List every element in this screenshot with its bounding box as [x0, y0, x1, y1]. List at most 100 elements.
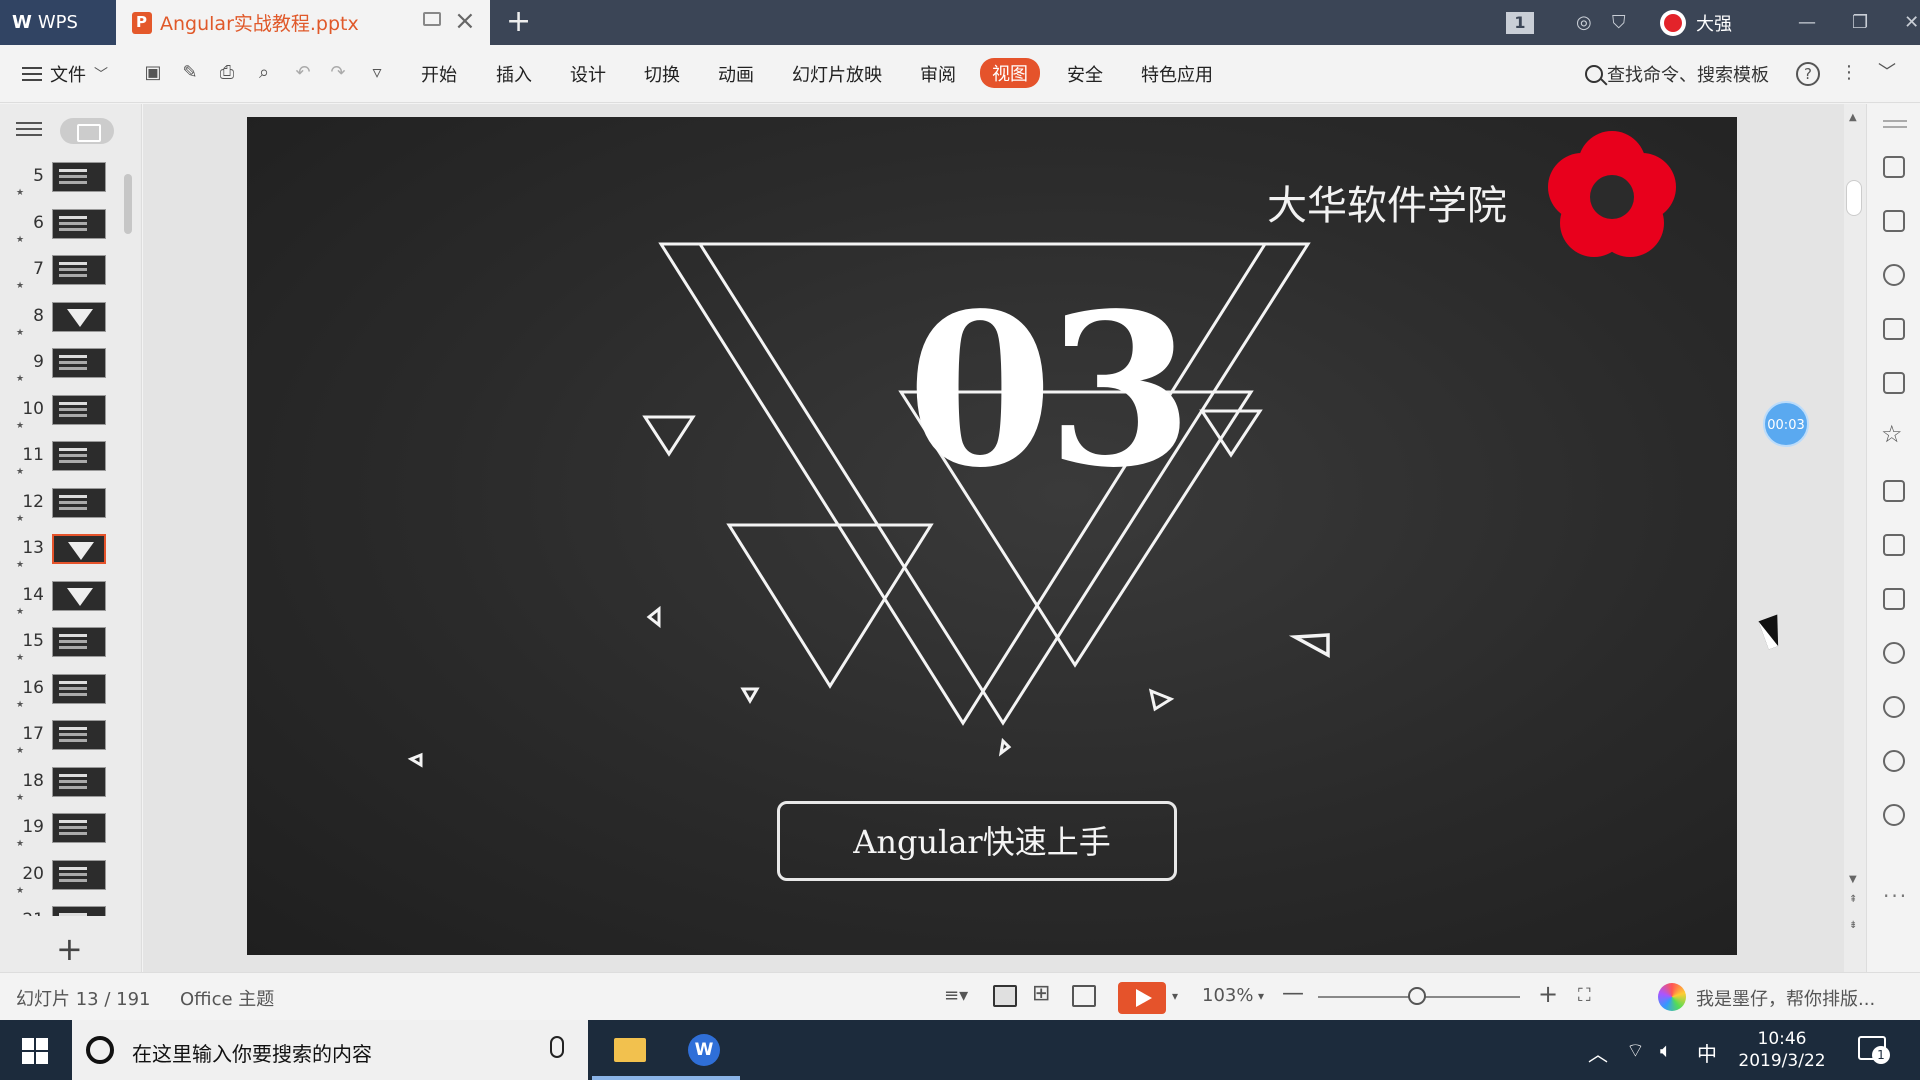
tab-design[interactable]: 设计: [570, 61, 606, 87]
scroll-down-icon[interactable]: ▼: [1849, 874, 1857, 885]
scroll-up-icon[interactable]: ▲: [1849, 112, 1857, 123]
help-circle-icon[interactable]: [1883, 804, 1905, 826]
play-slideshow-button[interactable]: [1118, 982, 1166, 1014]
zoom-out-icon[interactable]: —: [1282, 981, 1304, 1006]
undo-icon[interactable]: ↶: [292, 62, 314, 84]
customize-quick-access-icon[interactable]: ▿: [366, 62, 388, 84]
tab-special-apps[interactable]: 特色应用: [1141, 61, 1213, 87]
monitor-icon[interactable]: [423, 12, 441, 26]
zoom-value[interactable]: 103%: [1202, 985, 1253, 1006]
user-account[interactable]: 大强: [1660, 0, 1732, 45]
taskbar-search[interactable]: 在这里输入你要搜索的内容: [72, 1020, 588, 1080]
slide-thumbnail[interactable]: 19 ★: [0, 807, 122, 853]
slide-thumbnail[interactable]: 20 ★: [0, 854, 122, 900]
prev-slide-icon[interactable]: ⇞: [1849, 894, 1857, 905]
slide-thumbnail[interactable]: 11 ★: [0, 435, 122, 481]
scrollbar-thumb[interactable]: [1846, 180, 1862, 216]
zoom-slider-knob[interactable]: [1407, 987, 1426, 1005]
file-explorer-app[interactable]: [592, 1020, 666, 1080]
image-icon[interactable]: [1883, 588, 1905, 610]
theme-name[interactable]: Office 主题: [180, 985, 274, 1011]
ink-assistant-icon[interactable]: [1658, 983, 1686, 1011]
shirt-icon[interactable]: ⛉: [1612, 0, 1626, 45]
tab-animation[interactable]: 动画: [718, 61, 754, 87]
slide-thumbnail[interactable]: 14 ★: [0, 575, 122, 621]
properties-icon[interactable]: [1883, 318, 1905, 340]
volume-icon[interactable]: 🔈︎: [1660, 1038, 1672, 1062]
fit-window-icon[interactable]: ⛶: [1578, 985, 1591, 1006]
ime-indicator[interactable]: 中: [1697, 1038, 1717, 1067]
slide-thumbnail[interactable]: 21★: [0, 900, 122, 916]
skin-icon[interactable]: ◎: [1576, 0, 1592, 45]
slide-sorter-icon[interactable]: ⊞: [1032, 981, 1050, 1006]
microphone-icon[interactable]: [550, 1036, 564, 1058]
windows-start-icon[interactable]: [22, 1038, 48, 1064]
picture-gallery-icon[interactable]: [1883, 372, 1905, 394]
slide-thumbnail[interactable]: 9 ★: [0, 342, 122, 388]
wps-home-button[interactable]: W WPS: [0, 0, 116, 45]
collapse-ribbon-icon[interactable]: ﹀: [1876, 62, 1898, 84]
slide-thumbnail[interactable]: 17 ★: [0, 714, 122, 760]
copy-icon[interactable]: [1883, 210, 1905, 232]
slide-thumbnail[interactable]: 7 ★: [0, 249, 122, 295]
minimize-icon[interactable]: —: [1798, 12, 1816, 33]
wps-app[interactable]: W: [666, 1020, 740, 1080]
close-window-icon[interactable]: ✕: [1904, 12, 1919, 33]
presentation-timer[interactable]: 00:03: [1763, 401, 1809, 447]
tray-expand-icon[interactable]: ︿: [1588, 1038, 1608, 1067]
slide-thumbnail[interactable]: 6 ★: [0, 203, 122, 249]
slide-thumbnail[interactable]: 13 ★: [0, 528, 122, 574]
slide-thumbnail[interactable]: 12 ★: [0, 482, 122, 528]
format-painter-icon[interactable]: ✎: [179, 62, 201, 84]
star-icon[interactable]: [1881, 420, 1905, 448]
tab-review[interactable]: 审阅: [920, 61, 956, 87]
drag-handle-icon[interactable]: [1883, 120, 1907, 122]
slideshow-options-icon[interactable]: ▾: [1172, 989, 1178, 1003]
slide-thumbnail[interactable]: 5 ★: [0, 156, 122, 202]
page-badge[interactable]: 1: [1506, 0, 1534, 45]
history-icon[interactable]: [1883, 750, 1905, 772]
slide-thumbnail[interactable]: 10 ★: [0, 389, 122, 435]
normal-view-icon[interactable]: [993, 985, 1017, 1007]
slide-thumbnail[interactable]: 16 ★: [0, 668, 122, 714]
sound-icon[interactable]: [1883, 642, 1905, 664]
reading-view-icon[interactable]: [1072, 985, 1096, 1007]
current-slide[interactable]: 大华软件学院 03 Angular快速上手: [247, 117, 1737, 955]
zoom-in-icon[interactable]: +: [1538, 980, 1558, 1008]
new-tab-button[interactable]: +: [506, 4, 531, 39]
tab-security[interactable]: 安全: [1067, 61, 1103, 87]
more-options-icon[interactable]: ⋮: [1838, 62, 1860, 84]
tab-home[interactable]: 开始: [421, 61, 457, 87]
share-icon[interactable]: [1883, 534, 1905, 556]
redo-icon[interactable]: ↷: [327, 62, 349, 84]
slide-thumbnail[interactable]: 18 ★: [0, 761, 122, 807]
pin-icon[interactable]: [1883, 156, 1905, 178]
system-clock[interactable]: 10:46 2019/3/22: [1736, 1028, 1828, 1072]
print-icon[interactable]: ⎙: [216, 62, 238, 84]
backup-icon[interactable]: [1883, 696, 1905, 718]
archive-icon[interactable]: [1883, 480, 1905, 502]
outline-view-icon[interactable]: [16, 122, 42, 138]
more-tools-icon[interactable]: ···: [1883, 884, 1908, 908]
thumbnail-view-icon[interactable]: [60, 118, 114, 144]
slide-thumbnail[interactable]: 15 ★: [0, 621, 122, 667]
document-tab[interactable]: Angular实战教程.pptx ×: [116, 0, 490, 45]
notification-center-icon[interactable]: 1: [1858, 1036, 1890, 1064]
close-tab-icon[interactable]: ×: [454, 6, 476, 36]
save-icon[interactable]: ▣: [142, 62, 164, 84]
command-search[interactable]: 查找命令、搜索模板: [1585, 61, 1769, 87]
shape-icon[interactable]: [1883, 264, 1905, 286]
next-slide-icon[interactable]: ⇟: [1849, 920, 1857, 931]
add-slide-button[interactable]: +: [56, 930, 83, 968]
ink-assistant-hint[interactable]: 我是墨仔，帮你排版...: [1696, 985, 1875, 1011]
thumbnail-scrollbar[interactable]: [124, 174, 132, 234]
zoom-dropdown-icon[interactable]: ▾: [1258, 989, 1264, 1003]
print-preview-icon[interactable]: ⌕: [253, 62, 275, 84]
tab-transition[interactable]: 切换: [644, 61, 680, 87]
tab-view[interactable]: 视图: [980, 58, 1040, 88]
restore-icon[interactable]: ❐: [1852, 12, 1868, 33]
tab-slideshow[interactable]: 幻灯片放映: [792, 61, 882, 87]
vertical-scrollbar[interactable]: ▲ ▼ ⇞ ⇟: [1844, 104, 1866, 972]
network-icon[interactable]: ⌔: [1626, 1038, 1645, 1063]
tab-insert[interactable]: 插入: [496, 61, 532, 87]
